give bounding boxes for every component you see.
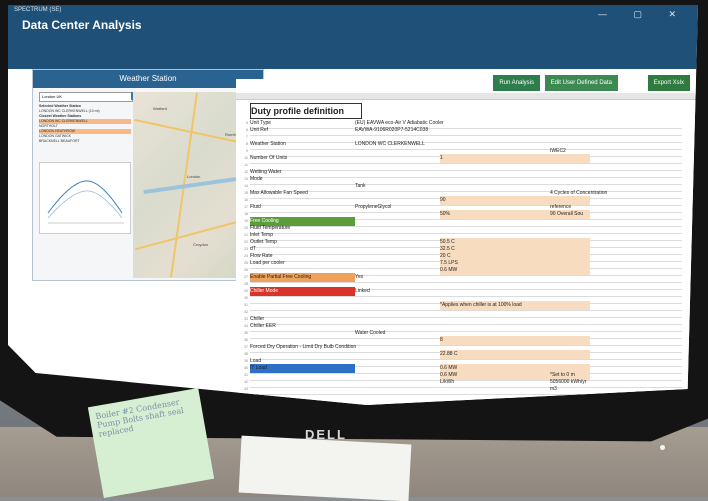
map-label: Croydon bbox=[193, 242, 209, 247]
map-label: London bbox=[187, 174, 201, 179]
weather-mini-chart bbox=[39, 162, 131, 234]
map-label: Watford bbox=[153, 106, 167, 111]
weather-chart-graphic bbox=[47, 180, 124, 224]
row-number: 43 bbox=[244, 387, 248, 391]
location-search-input[interactable]: London UK bbox=[39, 92, 133, 102]
sheet-title: Duty profile definition bbox=[250, 103, 362, 119]
weather-station-panel: Weather Station London UK Search Selecte… bbox=[32, 69, 264, 281]
spreadsheet[interactable]: Run Analysis Edit User Defined Data Expo… bbox=[236, 75, 696, 405]
app-title: Data Center Analysis bbox=[22, 18, 142, 32]
header-strip bbox=[8, 35, 698, 69]
window-controls[interactable]: — ▢ ✕ bbox=[598, 9, 688, 20]
monitor-screen: SPECTRUM (SE) Data Center Analysis — ▢ ✕… bbox=[8, 5, 698, 405]
station-list: Selected Weather Station LONDON WC CLERK… bbox=[39, 104, 131, 144]
title-bar: SPECTRUM (SE) Data Center Analysis — ▢ ✕ bbox=[8, 5, 698, 35]
column-header-bar bbox=[236, 93, 696, 100]
run-analysis-button[interactable]: Run Analysis bbox=[493, 75, 540, 91]
sticky-note: Boiler #2 Condenser Pump Bolts shaft sea… bbox=[87, 387, 215, 499]
station-item[interactable]: BRACKNELL BEAUFORT bbox=[39, 139, 131, 144]
export-xlsx-button[interactable]: Export Xslx bbox=[647, 75, 690, 91]
paper-sheet bbox=[238, 435, 412, 501]
edit-user-data-button[interactable]: Edit User Defined Data bbox=[544, 75, 618, 91]
system-label: SPECTRUM (SE) bbox=[14, 7, 62, 13]
power-led bbox=[660, 445, 665, 450]
weather-panel-title: Weather Station bbox=[33, 70, 263, 88]
